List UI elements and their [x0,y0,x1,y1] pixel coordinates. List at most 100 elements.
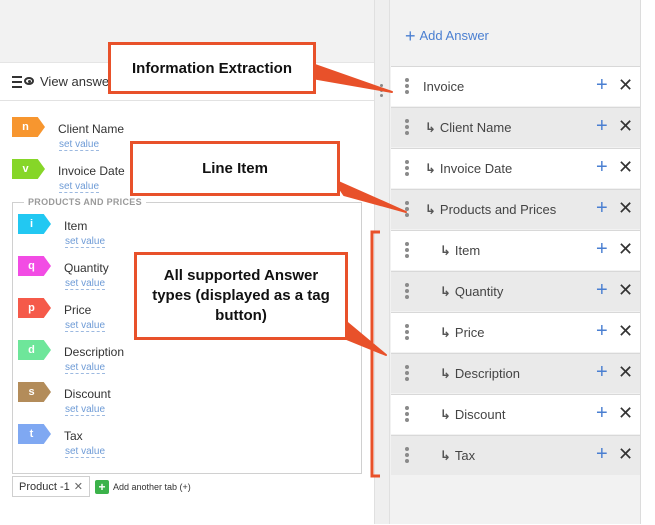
answer-row-label: ↳ Products and Prices [425,202,556,218]
answer-row-label: ↳ Price [440,325,485,341]
add-child-button[interactable]: + [596,198,608,218]
add-answer-label: Add Answer [419,28,489,43]
set-value-link[interactable]: set value [59,181,100,193]
delete-answer-button[interactable]: ✕ [618,444,633,464]
set-value-link[interactable]: set value [65,320,106,332]
child-arrow-icon: ↳ [440,407,451,422]
drag-handle-icon[interactable] [405,365,409,383]
field-label-description: Description [64,345,125,359]
plus-icon: + [94,479,109,494]
child-arrow-icon: ↳ [440,366,451,381]
pane-resize-handle[interactable] [374,0,390,524]
answer-name: Client Name [439,120,512,135]
delete-answer-button[interactable]: ✕ [618,403,633,423]
callout-line-item: Line Item [130,141,340,196]
drag-handle-icon[interactable] [405,201,409,219]
drag-handle-icon[interactable] [405,242,409,260]
add-child-button[interactable]: + [596,403,608,423]
add-child-button[interactable]: + [596,157,608,177]
set-value-link[interactable]: set value [65,278,106,290]
delete-answer-button[interactable]: ✕ [618,116,633,136]
child-arrow-icon: ↳ [425,120,436,135]
tab-label: Product -1 [19,481,70,493]
add-another-tab-button[interactable]: + Add another tab (+) [94,479,191,494]
answer-name: Invoice [423,79,465,94]
answer-row[interactable]: ↳ Client Name + ✕ [391,107,640,147]
child-arrow-icon: ↳ [440,243,451,258]
answer-row[interactable]: ↳ Invoice Date + ✕ [391,148,640,188]
answer-row-label: ↳ Invoice Date [425,161,512,177]
answer-row-label: ↳ Client Name [425,120,511,136]
answer-name: Description [454,366,520,381]
close-tab-icon[interactable]: ✕ [74,481,83,493]
drag-handle-icon [380,84,383,99]
add-tab-label: Add another tab (+) [112,481,191,492]
add-child-button[interactable]: + [596,239,608,259]
drag-handle-icon[interactable] [405,283,409,301]
delete-answer-button[interactable]: ✕ [618,198,633,218]
set-value-link[interactable]: set value [65,362,106,374]
add-child-button[interactable]: + [596,321,608,341]
child-arrow-icon: ↳ [440,448,451,463]
field-label-discount: Discount [64,387,111,401]
set-value-link[interactable]: set value [65,404,106,416]
answer-row-label: ↳ Tax [440,448,475,464]
add-child-button[interactable]: + [596,75,608,95]
tab-bar: Product -1 ✕ + Add another tab (+) [12,476,191,497]
answer-name: Discount [454,407,506,422]
drag-handle-icon[interactable] [405,78,409,96]
add-child-button[interactable]: + [596,444,608,464]
child-arrow-icon: ↳ [425,161,436,176]
answer-row-label: Invoice [423,79,464,94]
answer-row[interactable]: ↳ Discount + ✕ [391,394,640,434]
add-answer-button[interactable]: + Add Answer [405,25,489,46]
drag-handle-icon[interactable] [405,119,409,137]
field-label-price: Price [64,303,92,317]
answer-row[interactable]: Invoice + ✕ [391,66,640,106]
callout-information-extraction: Information Extraction [108,42,316,94]
field-label-client-name: Client Name [58,122,125,136]
callout-answer-types: All supported Answer types (displayed as… [134,252,348,340]
view-answers-icon [12,75,34,88]
header-separator [0,100,374,101]
delete-answer-button[interactable]: ✕ [618,280,633,300]
plus-icon: + [405,25,416,46]
answer-row[interactable]: ↳ Price + ✕ [391,312,640,352]
set-value-link[interactable]: set value [65,446,106,458]
delete-answer-button[interactable]: ✕ [618,75,633,95]
answer-name: Products and Prices [439,202,557,217]
field-label-tax: Tax [64,429,83,443]
set-value-link[interactable]: set value [65,236,106,248]
add-child-button[interactable]: + [596,362,608,382]
answer-name: Tax [454,448,476,463]
tab-product-1[interactable]: Product -1 ✕ [12,476,90,497]
delete-answer-button[interactable]: ✕ [618,362,633,382]
drag-handle-icon[interactable] [405,324,409,342]
set-value-link[interactable]: set value [59,139,100,151]
drag-handle-icon[interactable] [405,406,409,424]
answer-row[interactable]: ↳ Item + ✕ [391,230,640,270]
child-arrow-icon: ↳ [440,284,451,299]
field-label-item: Item [64,219,88,233]
drag-handle-icon[interactable] [405,160,409,178]
field-label-quantity: Quantity [64,261,109,275]
right-scroll-edge [640,0,655,524]
answer-name: Quantity [454,284,504,299]
add-child-button[interactable]: + [596,116,608,136]
answer-row[interactable]: ↳ Tax + ✕ [391,435,640,475]
answer-row-label: ↳ Item [440,243,480,259]
answer-row[interactable]: ↳ Description + ✕ [391,353,640,393]
delete-answer-button[interactable]: ✕ [618,321,633,341]
child-arrow-icon: ↳ [440,325,451,340]
answer-row[interactable]: ↳ Quantity + ✕ [391,271,640,311]
drag-handle-icon[interactable] [405,447,409,465]
field-label-invoice-date: Invoice Date [58,164,125,178]
delete-answer-button[interactable]: ✕ [618,239,633,259]
view-answers-toggle[interactable]: View answers [12,74,120,89]
child-arrow-icon: ↳ [425,202,436,217]
add-child-button[interactable]: + [596,280,608,300]
delete-answer-button[interactable]: ✕ [618,157,633,177]
group-title: PRODUCTS AND PRICES [24,197,146,207]
answer-row[interactable]: ↳ Products and Prices + ✕ [391,189,640,229]
answer-name: Price [454,325,485,340]
